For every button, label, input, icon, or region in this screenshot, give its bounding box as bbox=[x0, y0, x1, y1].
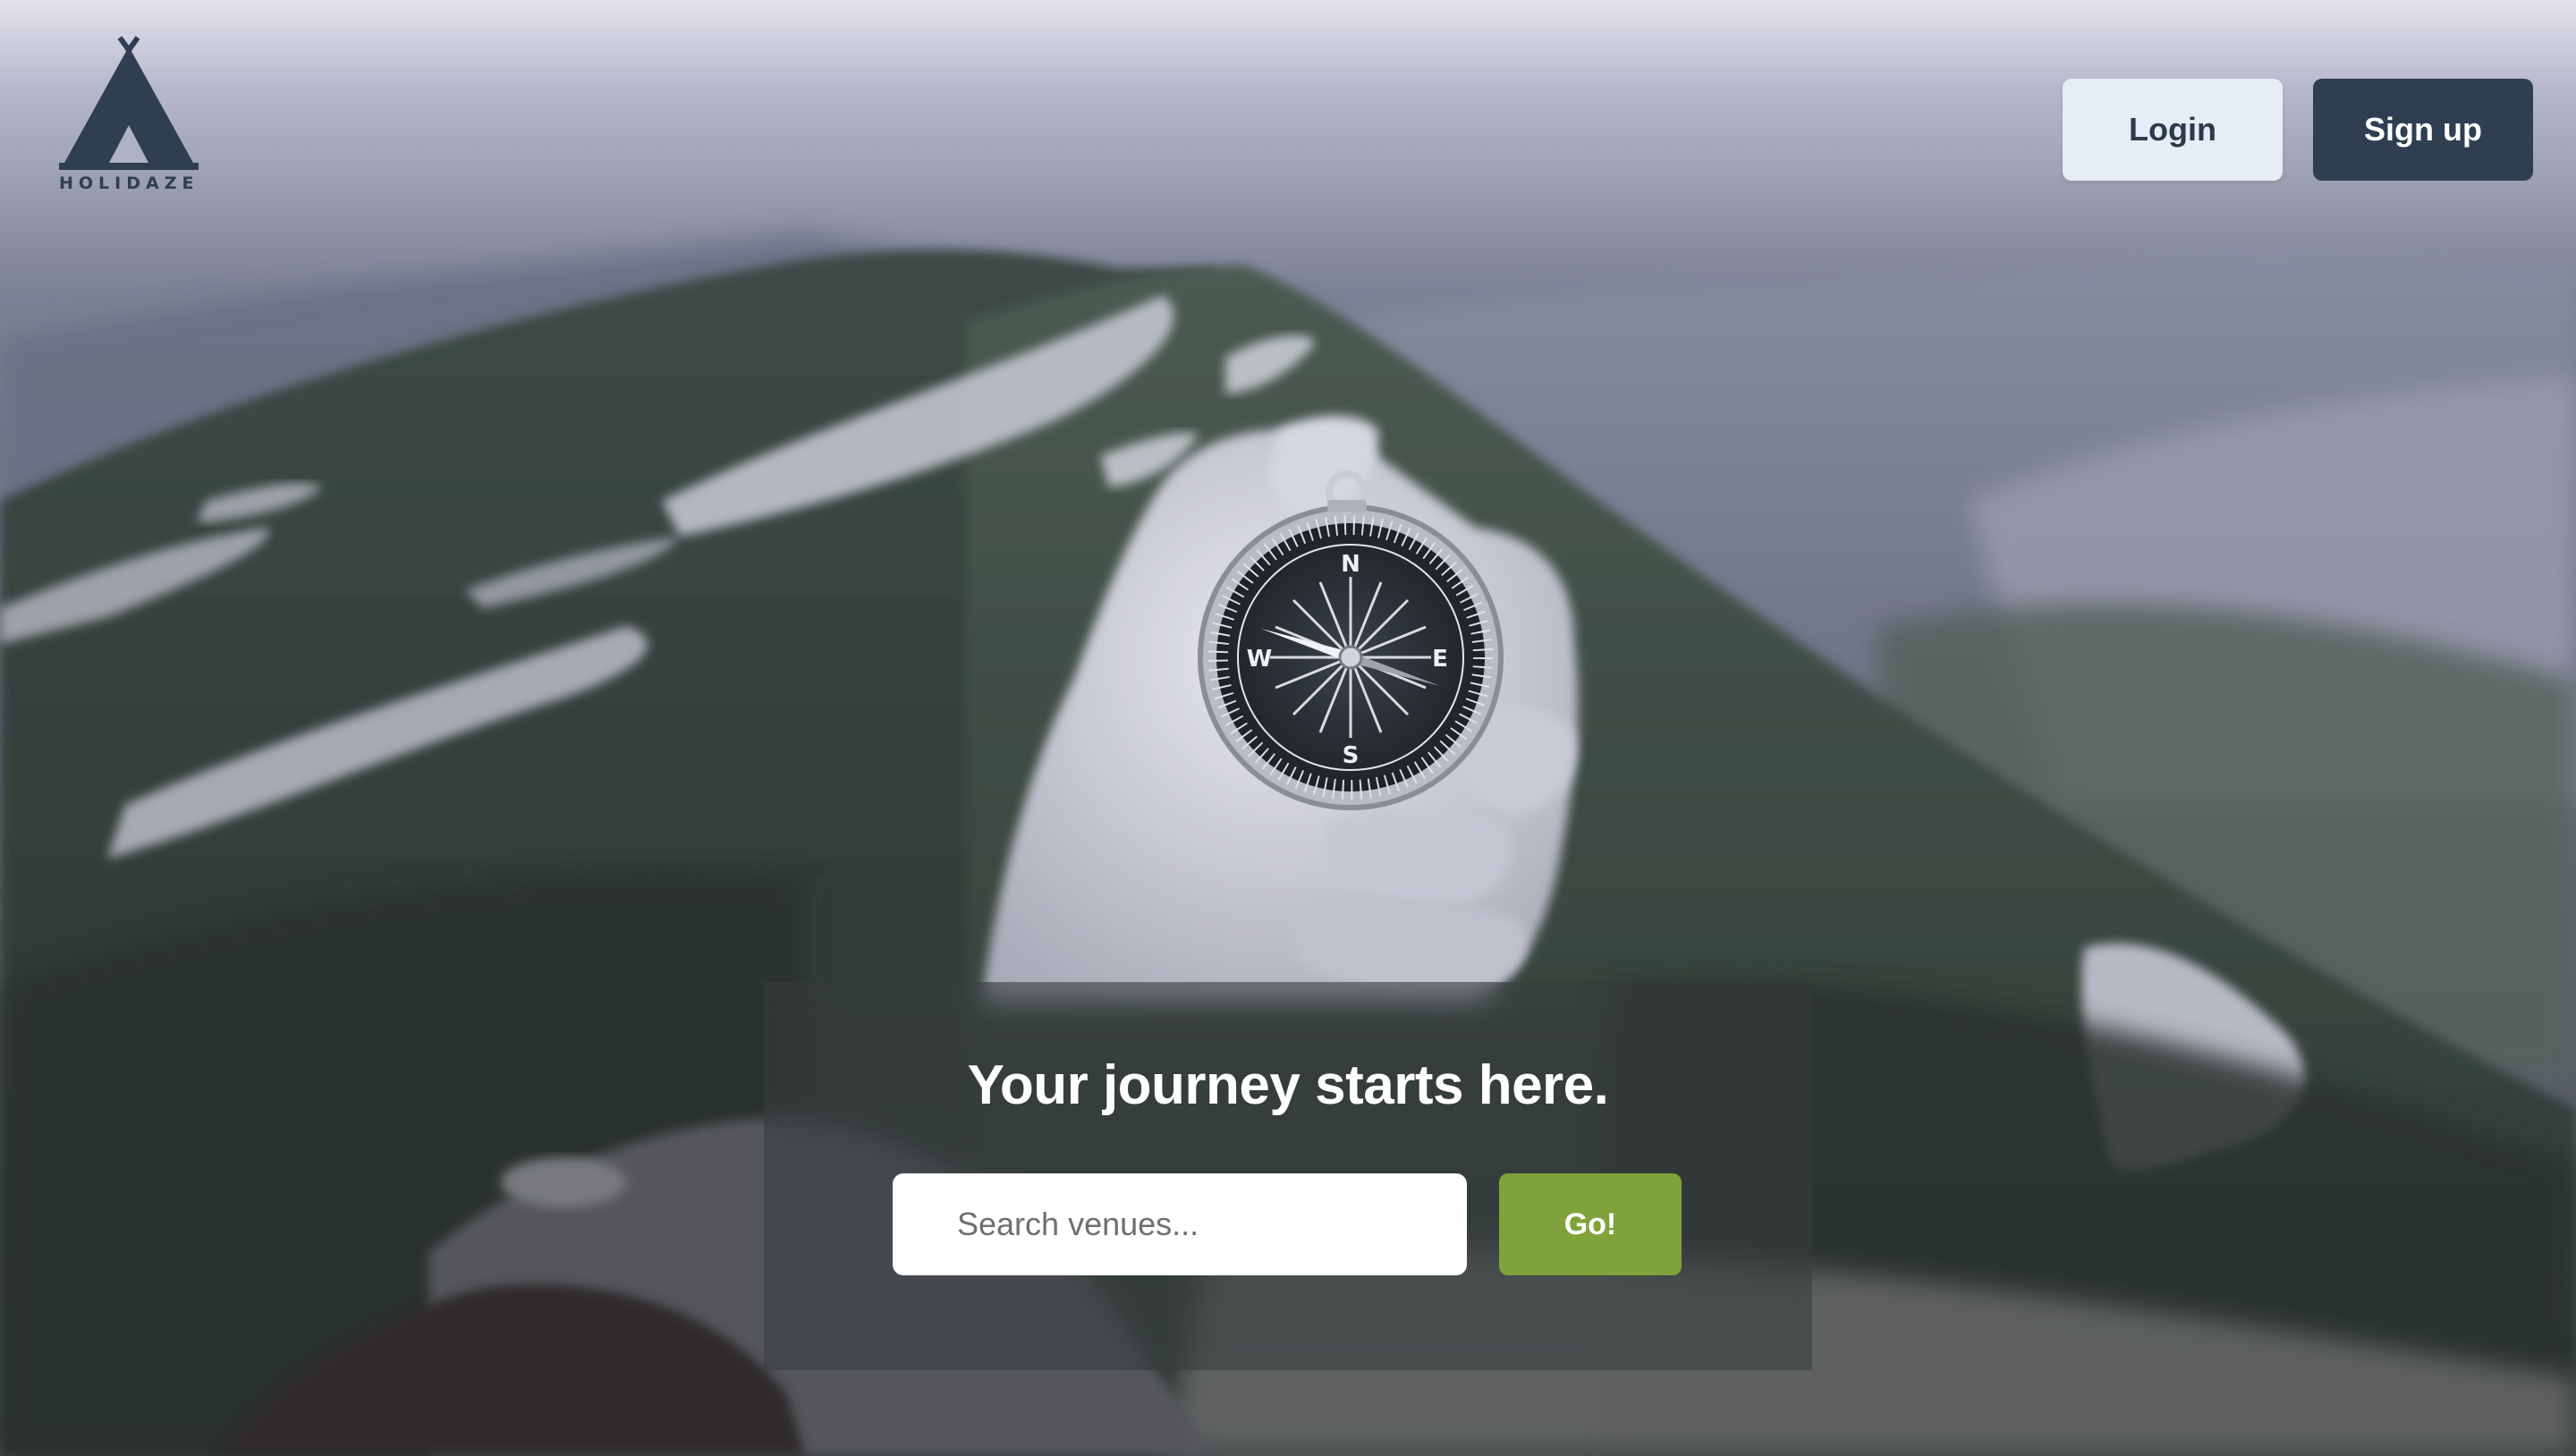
go-search-button[interactable]: Go! bbox=[1499, 1173, 1682, 1275]
hero-headline: Your journey starts here. bbox=[967, 1054, 1609, 1116]
svg-text:S: S bbox=[1343, 742, 1360, 769]
signup-button[interactable]: Sign up bbox=[2313, 79, 2533, 181]
tent-logo-icon bbox=[59, 36, 199, 170]
svg-text:N: N bbox=[1341, 551, 1360, 578]
search-venues-input[interactable] bbox=[893, 1173, 1467, 1275]
search-panel: Your journey starts here. Go! bbox=[764, 982, 1812, 1370]
svg-text:W: W bbox=[1247, 646, 1273, 673]
login-button[interactable]: Login bbox=[2063, 79, 2283, 181]
svg-text:E: E bbox=[1432, 646, 1448, 673]
brand-logo[interactable]: HOLIDAZE bbox=[59, 36, 199, 197]
logo-wordmark: HOLIDAZE bbox=[59, 174, 199, 193]
hero-section: N S W E HOLIDAZE Login Sign up Your jour… bbox=[0, 0, 2576, 1456]
